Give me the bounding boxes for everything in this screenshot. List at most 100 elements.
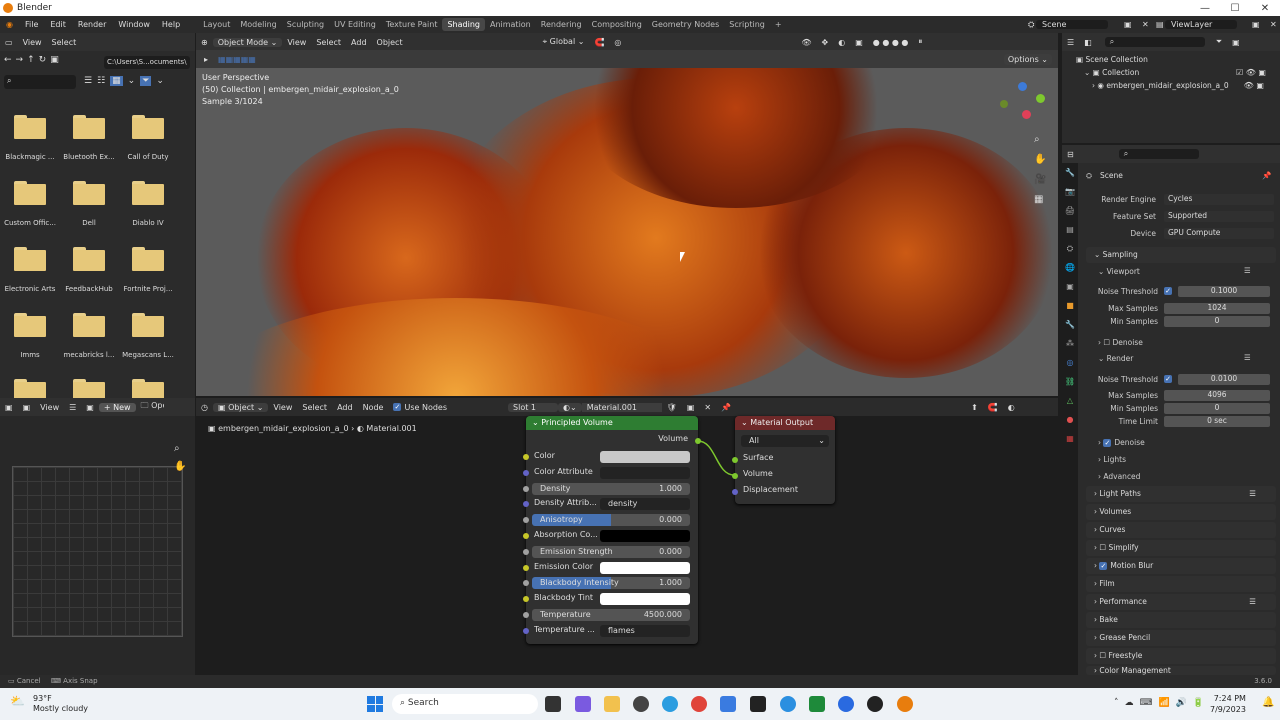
editor-type-icon[interactable]: ▣ bbox=[0, 403, 18, 412]
editor-type-icon[interactable]: ⊕ bbox=[196, 38, 213, 47]
task-view-icon[interactable] bbox=[545, 696, 561, 712]
chat-icon[interactable] bbox=[575, 696, 591, 712]
xray-icon[interactable]: ▣ bbox=[850, 38, 868, 47]
display-mode-icon[interactable]: ◧ bbox=[1079, 38, 1097, 47]
attribute-name-field[interactable]: flames bbox=[600, 624, 690, 637]
orientation-selector[interactable]: ⌖ Global ⌄ bbox=[538, 37, 590, 47]
new-folder-icon[interactable]: ▣ bbox=[50, 55, 59, 65]
editor-type-icon[interactable]: ▭ bbox=[0, 38, 18, 47]
view-layer-tab-icon[interactable]: ▤ bbox=[1062, 220, 1078, 239]
node-value-field[interactable]: Temperature 4500.000 bbox=[532, 609, 690, 621]
light-paths-panel[interactable]: › Light Paths ☰ bbox=[1086, 486, 1276, 502]
lights-subpanel[interactable]: › Lights bbox=[1098, 455, 1126, 464]
viewport-denoise-subpanel[interactable]: › ☐ Denoise bbox=[1098, 338, 1143, 347]
notifications-icon[interactable]: 🔔 bbox=[1262, 697, 1274, 708]
scene-selector[interactable]: Scene bbox=[1036, 20, 1108, 29]
curves-panel[interactable]: › Curves bbox=[1086, 522, 1276, 538]
viewport-view-menu[interactable]: View bbox=[282, 38, 311, 47]
folder-icon[interactable] bbox=[14, 247, 46, 271]
app-icon[interactable] bbox=[780, 696, 796, 712]
forward-icon[interactable]: → bbox=[16, 55, 24, 65]
node-header[interactable]: ⌄ Principled Volume bbox=[526, 416, 698, 430]
parent-dir-icon[interactable]: ↑ bbox=[27, 55, 35, 65]
thumbnails-icon[interactable]: ▦ bbox=[110, 76, 123, 86]
file-view-menu[interactable]: View bbox=[18, 38, 47, 47]
select-mode-icons[interactable]: ▦▦▦▦▦ bbox=[218, 55, 256, 64]
film-panel[interactable]: › Film bbox=[1086, 576, 1276, 592]
material-output-node[interactable]: ⌄ Material Output All ⌄ Surface Volume Di… bbox=[732, 416, 835, 504]
viewport-object-menu[interactable]: Object bbox=[372, 38, 408, 47]
file-explorer-icon[interactable] bbox=[604, 696, 620, 712]
constraints-tab-icon[interactable]: ⛓ bbox=[1062, 372, 1078, 391]
new-image-button[interactable]: + New bbox=[98, 402, 136, 412]
render-noise-threshold-field[interactable]: 0.0100 bbox=[1178, 374, 1270, 385]
mode-selector[interactable]: Object Mode ⌄ bbox=[212, 37, 283, 47]
node-value-field[interactable]: Emission Strength 0.000 bbox=[532, 545, 690, 558]
target-selector[interactable]: All ⌄ bbox=[741, 435, 829, 447]
tool-tab-icon[interactable]: 🔧 bbox=[1062, 163, 1078, 182]
add-workspace-button[interactable]: + bbox=[770, 18, 787, 31]
input-socket[interactable] bbox=[523, 580, 529, 587]
tab-sculpting[interactable]: Sculpting bbox=[282, 18, 329, 31]
menu-file[interactable]: File bbox=[19, 20, 44, 29]
folder-icon[interactable] bbox=[132, 181, 164, 205]
render-min-samples-field[interactable]: 0 bbox=[1164, 403, 1270, 414]
path-field[interactable]: C:\Users\S...ocuments\ bbox=[104, 56, 190, 69]
pan-hand-icon[interactable]: ✋ bbox=[174, 458, 186, 476]
input-socket[interactable] bbox=[732, 457, 738, 463]
filter-icon[interactable]: ⏷ bbox=[140, 76, 152, 86]
color-swatch[interactable] bbox=[600, 593, 690, 606]
render-max-samples-field[interactable]: 4096 bbox=[1164, 390, 1270, 401]
back-icon[interactable]: ← bbox=[4, 55, 12, 65]
app-icon[interactable] bbox=[867, 696, 883, 712]
folder-icon[interactable] bbox=[14, 313, 46, 337]
bake-panel[interactable]: › Bake bbox=[1086, 612, 1276, 628]
render-noise-threshold-checkbox[interactable]: ✓ bbox=[1164, 374, 1175, 383]
delete-viewlayer-icon[interactable]: ✕ bbox=[1264, 20, 1280, 29]
grease-pencil-panel[interactable]: › Grease Pencil bbox=[1086, 630, 1276, 646]
modifier-tab-icon[interactable]: 🔧 bbox=[1062, 315, 1078, 334]
zoom-icon[interactable]: ⌕ bbox=[174, 440, 186, 458]
shading-modes-icon[interactable]: ● ● ● ● bbox=[868, 38, 914, 47]
principled-volume-node[interactable]: ⌄ Principled Volume Volume Color Color At… bbox=[523, 416, 701, 644]
node-value-field[interactable]: Blackbody Intensity 1.000 bbox=[532, 577, 690, 590]
node-value-field[interactable]: Density 1.000 bbox=[532, 482, 690, 495]
snap-icon[interactable]: 🧲 bbox=[589, 38, 609, 47]
physics-tab-icon[interactable]: ◎ bbox=[1062, 353, 1078, 372]
file-search-input[interactable]: ⌕ bbox=[4, 75, 76, 89]
presets-list-icon[interactable]: ☰ bbox=[1244, 266, 1251, 275]
world-tab-icon[interactable]: 🌐 bbox=[1062, 258, 1078, 277]
folder-icon[interactable] bbox=[73, 313, 105, 337]
folder-icon[interactable] bbox=[73, 247, 105, 271]
tab-shading[interactable]: Shading bbox=[442, 18, 485, 31]
windows-start-icon[interactable] bbox=[367, 696, 383, 712]
weather-icon[interactable]: ⛅ bbox=[10, 694, 25, 708]
device-select[interactable]: GPU Compute bbox=[1164, 228, 1274, 239]
attribute-name-field[interactable]: density bbox=[600, 498, 690, 511]
attribute-name-field[interactable] bbox=[600, 466, 690, 479]
new-collection-icon[interactable]: ▣ bbox=[1227, 38, 1245, 47]
motion-blur-panel[interactable]: › ✓ Motion Blur bbox=[1086, 558, 1276, 574]
edge-icon[interactable] bbox=[662, 696, 678, 712]
new-viewlayer-icon[interactable]: ▣ bbox=[1246, 20, 1266, 29]
image-mode-icon[interactable]: ▣ bbox=[18, 403, 36, 412]
image-view-menu[interactable]: View bbox=[35, 403, 64, 412]
blender-taskbar-icon[interactable] bbox=[897, 696, 913, 712]
presets-list-icon[interactable]: ☰ bbox=[1244, 353, 1251, 362]
visibility-toggles[interactable]: 👁 ▣ bbox=[1236, 79, 1266, 92]
viewport-max-samples-field[interactable]: 1024 bbox=[1164, 303, 1270, 314]
collection-tab-icon[interactable]: ▣ bbox=[1062, 277, 1078, 296]
node-editor[interactable]: ◷ ▣ Object ⌄ View Select Add Node ✓ Use N… bbox=[196, 398, 1058, 675]
viewport-min-samples-field[interactable]: 0 bbox=[1164, 316, 1270, 327]
viewlayer-selector[interactable]: ViewLayer bbox=[1165, 20, 1237, 29]
freestyle-panel[interactable]: › ☐ Freestyle bbox=[1086, 648, 1276, 664]
texture-tab-icon[interactable]: ▦ bbox=[1062, 429, 1078, 448]
chrome-icon[interactable] bbox=[691, 696, 707, 712]
tab-geometry-nodes[interactable]: Geometry Nodes bbox=[647, 18, 724, 31]
editor-type-icon[interactable]: ☰ bbox=[1062, 38, 1079, 47]
refresh-icon[interactable]: ↻ bbox=[39, 55, 47, 65]
node-header[interactable]: ⌄ Material Output bbox=[735, 416, 835, 430]
viewport-add-menu[interactable]: Add bbox=[346, 38, 372, 47]
color-swatch[interactable] bbox=[600, 561, 690, 574]
feature-set-select[interactable]: Supported bbox=[1164, 211, 1274, 222]
